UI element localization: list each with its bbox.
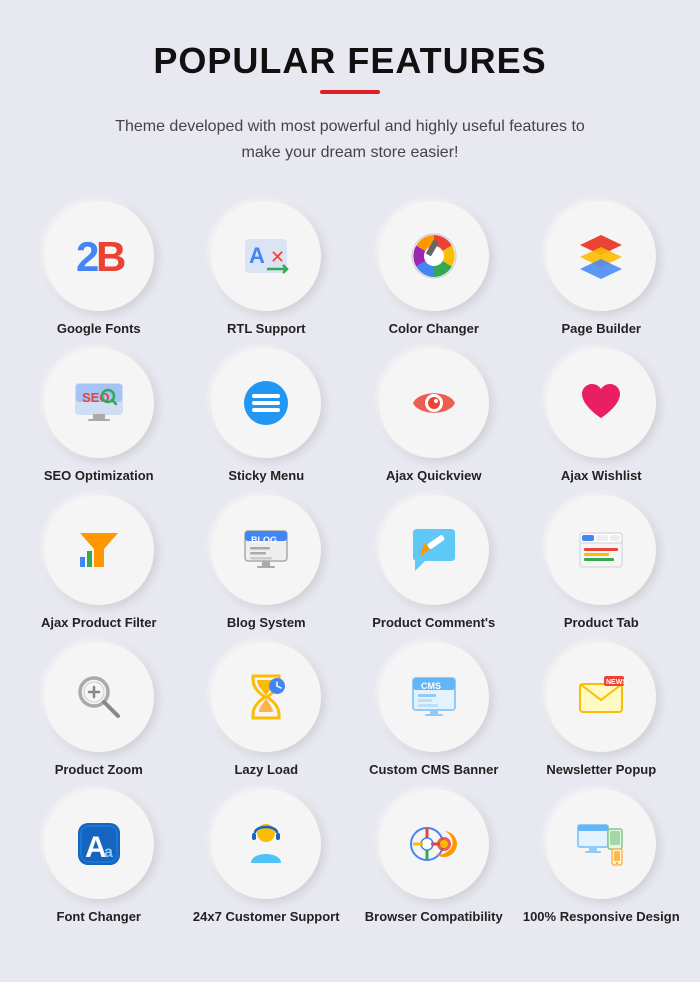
feature-item-product-comments: Product Comment's — [355, 495, 513, 632]
feature-label-browser-compatibility: Browser Compatibility — [365, 909, 503, 926]
feature-label-blog-system: Blog System — [227, 615, 306, 632]
subtitle: Theme developed with most powerful and h… — [110, 114, 590, 165]
features-grid: 2 B Google Fonts A ✕ RTL Support — [20, 201, 680, 925]
feature-icon-browser-compatibility — [379, 789, 489, 899]
feature-icon-responsive-design — [546, 789, 656, 899]
feature-label-color-changer: Color Changer — [389, 321, 479, 338]
feature-label-font-changer: Font Changer — [57, 909, 142, 926]
feature-label-rtl-support: RTL Support — [227, 321, 305, 338]
feature-icon-rtl-support: A ✕ — [211, 201, 321, 311]
feature-item-customer-support: 24x7 Customer Support — [188, 789, 346, 926]
feature-icon-ajax-quickview — [379, 348, 489, 458]
feature-icon-product-comments — [379, 495, 489, 605]
feature-item-color-changer: Color Changer — [355, 201, 513, 338]
feature-label-product-comments: Product Comment's — [372, 615, 495, 632]
svg-text:B: B — [96, 233, 126, 280]
feature-item-product-zoom: Product Zoom — [20, 642, 178, 779]
feature-icon-lazy-load — [211, 642, 321, 752]
feature-label-ajax-product-filter: Ajax Product Filter — [41, 615, 157, 632]
feature-label-product-zoom: Product Zoom — [55, 762, 143, 779]
title-underline — [320, 90, 380, 94]
feature-label-product-tab: Product Tab — [564, 615, 639, 632]
feature-item-browser-compatibility: Browser Compatibility — [355, 789, 513, 926]
feature-item-sticky-menu: Sticky Menu — [188, 348, 346, 485]
feature-icon-sticky-menu — [211, 348, 321, 458]
svg-text:BLOG: BLOG — [251, 535, 277, 545]
feature-label-ajax-quickview: Ajax Quickview — [386, 468, 481, 485]
feature-icon-blog-system: BLOG — [211, 495, 321, 605]
feature-icon-customer-support — [211, 789, 321, 899]
svg-text:✕: ✕ — [270, 247, 285, 267]
feature-item-responsive-design: 100% Responsive Design — [523, 789, 681, 926]
feature-icon-color-changer — [379, 201, 489, 311]
svg-text:A: A — [249, 243, 265, 268]
feature-item-product-tab: Product Tab — [523, 495, 681, 632]
feature-icon-page-builder — [546, 201, 656, 311]
feature-item-custom-cms-banner: CMS Custom CMS Banner — [355, 642, 513, 779]
feature-icon-font-changer: A a — [44, 789, 154, 899]
feature-icon-ajax-wishlist — [546, 348, 656, 458]
feature-icon-product-zoom — [44, 642, 154, 752]
feature-label-newsletter-popup: Newsletter Popup — [546, 762, 656, 779]
feature-icon-custom-cms-banner: CMS — [379, 642, 489, 752]
feature-label-sticky-menu: Sticky Menu — [228, 468, 304, 485]
feature-label-ajax-wishlist: Ajax Wishlist — [561, 468, 642, 485]
feature-item-lazy-load: Lazy Load — [188, 642, 346, 779]
feature-icon-product-tab — [546, 495, 656, 605]
feature-label-page-builder: Page Builder — [562, 321, 641, 338]
feature-label-seo-optimization: SEO Optimization — [44, 468, 154, 485]
feature-item-ajax-wishlist: Ajax Wishlist — [523, 348, 681, 485]
feature-item-rtl-support: A ✕ RTL Support — [188, 201, 346, 338]
feature-item-google-fonts: 2 B Google Fonts — [20, 201, 178, 338]
feature-item-page-builder: Page Builder — [523, 201, 681, 338]
feature-item-ajax-product-filter: Ajax Product Filter — [20, 495, 178, 632]
feature-item-newsletter-popup: NEWS Newsletter Popup — [523, 642, 681, 779]
feature-item-ajax-quickview: Ajax Quickview — [355, 348, 513, 485]
feature-label-lazy-load: Lazy Load — [234, 762, 298, 779]
feature-label-custom-cms-banner: Custom CMS Banner — [369, 762, 498, 779]
feature-item-font-changer: A a Font Changer — [20, 789, 178, 926]
feature-label-responsive-design: 100% Responsive Design — [523, 909, 680, 926]
svg-text:SEO: SEO — [82, 390, 109, 405]
feature-item-seo-optimization: SEO SEO Optimization — [20, 348, 178, 485]
feature-label-customer-support: 24x7 Customer Support — [193, 909, 340, 926]
feature-icon-google-fonts: 2 B — [44, 201, 154, 311]
feature-item-blog-system: BLOG Blog System — [188, 495, 346, 632]
page-title: POPULAR FEATURES — [153, 40, 546, 82]
feature-icon-ajax-product-filter — [44, 495, 154, 605]
svg-text:CMS: CMS — [421, 681, 441, 691]
feature-icon-seo-optimization: SEO — [44, 348, 154, 458]
feature-label-google-fonts: Google Fonts — [57, 321, 141, 338]
svg-text:NEWS: NEWS — [606, 679, 627, 686]
feature-icon-newsletter-popup: NEWS — [546, 642, 656, 752]
svg-text:a: a — [104, 844, 113, 861]
